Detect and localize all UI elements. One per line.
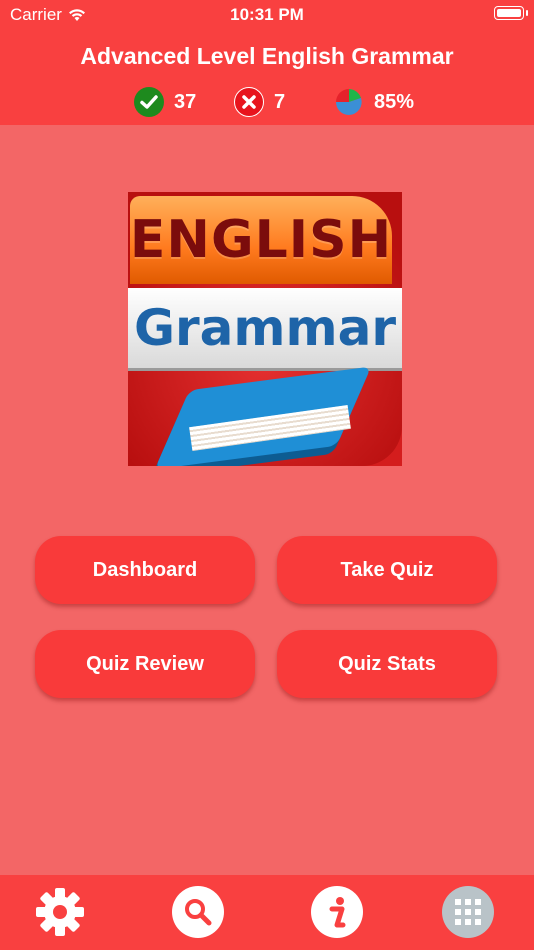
battery-icon	[494, 6, 528, 20]
percent-stat: 85%	[334, 87, 414, 117]
logo-text-english: ENGLISH	[130, 196, 392, 284]
info-icon	[329, 897, 346, 928]
take-quiz-button[interactable]: Take Quiz	[277, 536, 497, 604]
search-tab[interactable]	[171, 885, 225, 939]
status-time: 10:31 PM	[230, 5, 304, 24]
grid-icon	[455, 899, 481, 925]
pie-chart-icon	[334, 87, 364, 117]
score-stats: 37 7 85%	[0, 87, 534, 121]
correct-stat: 37	[134, 87, 196, 117]
wrong-stat: 7	[234, 87, 285, 117]
quiz-review-button[interactable]: Quiz Review	[35, 630, 255, 698]
info-tab[interactable]	[310, 885, 364, 939]
correct-count: 37	[174, 90, 197, 113]
gear-icon	[36, 888, 84, 936]
app-header: Advanced Level English Grammar 37 7 85%	[0, 30, 534, 125]
status-bar: Carrier 10:31 PM	[0, 0, 534, 30]
check-icon	[134, 87, 164, 117]
bottom-toolbar	[0, 875, 534, 950]
wrong-count: 7	[274, 90, 286, 113]
cross-icon	[234, 87, 264, 117]
settings-tab[interactable]	[33, 885, 87, 939]
page-title: Advanced Level English Grammar	[80, 43, 454, 69]
percent-value: 85%	[374, 90, 415, 113]
dashboard-button[interactable]: Dashboard	[35, 536, 255, 604]
english-grammar-logo: ENGLISH Grammar	[128, 192, 402, 466]
quiz-stats-button[interactable]: Quiz Stats	[277, 630, 497, 698]
logo-text-grammar: Grammar	[128, 288, 402, 368]
grid-tab[interactable]	[441, 885, 495, 939]
search-icon	[185, 899, 212, 926]
